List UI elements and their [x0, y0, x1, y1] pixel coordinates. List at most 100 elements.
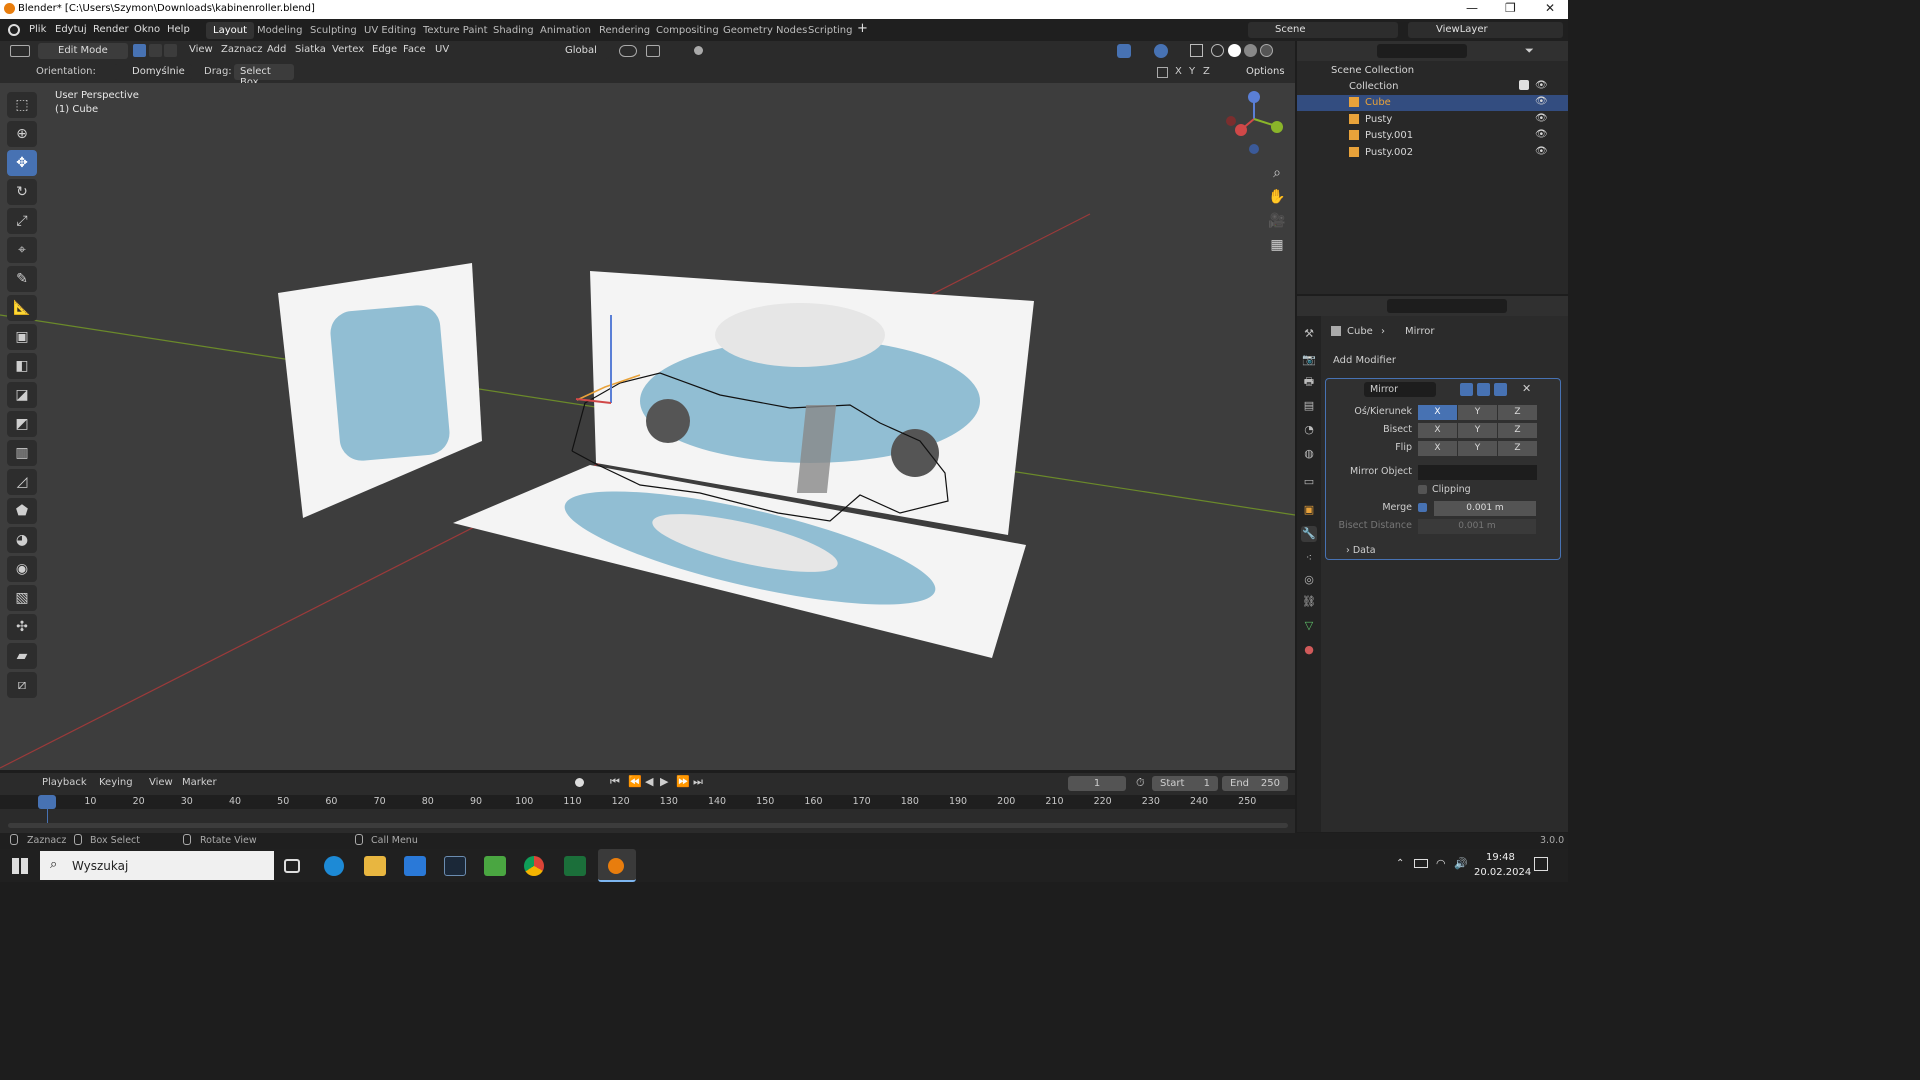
menu-edytuj[interactable]: Edytuj [55, 24, 87, 35]
volume-icon[interactable]: 🔊 [1454, 857, 1468, 870]
camera-view-icon[interactable]: 🎥 [1266, 210, 1288, 232]
drag-dropdown[interactable]: Select Box [234, 64, 294, 88]
knife-tool[interactable]: ◿ [7, 469, 37, 495]
3d-viewport[interactable]: ⬚ ⊕ ✥ ↻ ⤢ ⌖ ✎ 📐 ▣ ◧ ◪ ◩ ▥ ◿ ⬟ ◕ ◉ ▧ ✣ ▰ … [0, 83, 1295, 770]
snap-icon[interactable] [646, 45, 660, 57]
viewport-scene[interactable] [0, 83, 1295, 770]
modifier-tab-icon[interactable]: 🔧 [1301, 526, 1317, 542]
edge-slide-tool[interactable]: ▧ [7, 585, 37, 611]
chrome-icon[interactable] [524, 856, 544, 876]
tab-animation[interactable]: Animation [533, 22, 598, 39]
task-view-icon[interactable] [284, 859, 300, 873]
blender-menu-icon[interactable] [8, 24, 20, 36]
current-frame-field[interactable]: 1 [1068, 776, 1126, 791]
windows-start-icon[interactable] [12, 858, 28, 874]
record-icon[interactable] [575, 778, 584, 787]
edge-select-icon[interactable] [149, 44, 162, 57]
mode-dropdown[interactable]: Edit Mode [38, 43, 128, 59]
axis-z-toggle[interactable]: Z [1203, 66, 1210, 77]
gizmo-toggle-icon[interactable] [1117, 44, 1131, 58]
remove-modifier-icon[interactable]: ✕ [1522, 382, 1531, 395]
play-icon[interactable]: ▶ [660, 775, 668, 788]
menu-add[interactable]: Add [267, 44, 286, 55]
scale-tool[interactable]: ⤢ [7, 208, 37, 234]
playhead[interactable] [38, 795, 56, 809]
shading-rendered-icon[interactable] [1260, 44, 1273, 57]
cursor-tool[interactable]: ⊕ [7, 121, 37, 147]
shading-material-icon[interactable] [1244, 44, 1257, 57]
overlay-toggle-icon[interactable] [1154, 44, 1168, 58]
menu-plik[interactable]: Plik [29, 24, 46, 35]
end-frame-field[interactable]: End 250 [1222, 776, 1288, 791]
options-dropdown[interactable]: Options [1240, 64, 1290, 80]
shading-wireframe-icon[interactable] [1211, 44, 1224, 57]
menu-render[interactable]: Render [93, 24, 129, 35]
flip-z-toggle[interactable]: Z [1498, 441, 1537, 456]
axis-x-toggle[interactable]: X [1418, 405, 1457, 420]
orientation-dropdown[interactable]: Domyślnie [114, 64, 192, 80]
object-tab-icon[interactable]: ▣ [1301, 502, 1317, 518]
constraints-tab-icon[interactable]: ⛓ [1301, 594, 1317, 610]
menu-edge[interactable]: Edge [372, 44, 397, 55]
tab-geometry-nodes[interactable]: Geometry Nodes [716, 22, 814, 39]
zoom-icon[interactable]: ⌕ [1266, 162, 1288, 184]
flip-x-toggle[interactable]: X [1418, 441, 1457, 456]
outliner-item-cube[interactable]: Cube 👁 [1297, 95, 1568, 111]
extrude-tool[interactable]: ◧ [7, 353, 37, 379]
render-tab-icon[interactable]: 📷 [1301, 352, 1317, 368]
material-tab-icon[interactable]: ● [1301, 642, 1317, 658]
outliner-scene-collection[interactable]: Scene Collection [1297, 63, 1568, 79]
jump-end-icon[interactable]: ⏭ [693, 775, 703, 789]
taskbar-search-box[interactable]: ⌕ Wyszukaj [40, 851, 274, 880]
outliner-item-pusty[interactable]: Pusty 👁 [1297, 112, 1568, 128]
axis-y-toggle[interactable]: Y [1458, 405, 1497, 420]
bisect-x-toggle[interactable]: X [1418, 423, 1457, 438]
menu-face[interactable]: Face [403, 44, 426, 55]
tab-scripting[interactable]: Scripting [801, 22, 859, 39]
xray-toggle-icon[interactable] [1190, 44, 1203, 57]
face-select-icon[interactable] [164, 44, 177, 57]
output-tab-icon[interactable]: 🖶 [1301, 374, 1317, 390]
tab-compositing[interactable]: Compositing [649, 22, 726, 39]
menu-okno[interactable]: Okno [134, 24, 160, 35]
select-box-tool[interactable]: ⬚ [7, 92, 37, 118]
axis-y-toggle[interactable]: Y [1189, 66, 1195, 77]
rip-tool[interactable]: ⧄ [7, 672, 37, 698]
file-explorer-icon[interactable] [364, 856, 386, 876]
world-tab-icon[interactable]: ◍ [1301, 446, 1317, 462]
merge-distance-field[interactable]: 0.001 m [1434, 501, 1536, 516]
outliner-item-pusty-001[interactable]: Pusty.001 👁 [1297, 128, 1568, 144]
menu-timeline-view[interactable]: View [149, 777, 173, 788]
menu-zaznacz[interactable]: Zaznacz [221, 44, 262, 55]
axis-z-toggle[interactable]: Z [1498, 405, 1537, 420]
eye-icon[interactable]: 👁 [1535, 129, 1548, 140]
eye-icon[interactable]: 👁 [1535, 80, 1548, 91]
tab-uv-editing[interactable]: UV Editing [357, 22, 423, 39]
tray-chevron-icon[interactable]: ⌃ [1396, 858, 1404, 869]
collection-tab-icon[interactable]: ▭ [1301, 474, 1317, 490]
shading-solid-icon[interactable] [1228, 44, 1241, 57]
modifier-name-input[interactable]: Mirror [1364, 382, 1436, 397]
axis-x-toggle[interactable]: X [1175, 66, 1182, 77]
pivot-icon[interactable] [619, 45, 637, 57]
properties-search-input[interactable] [1387, 299, 1507, 313]
clipping-checkbox[interactable] [1418, 485, 1427, 494]
filter-icon[interactable]: ⏷ [1525, 44, 1534, 58]
battery-icon[interactable] [1414, 859, 1428, 868]
start-frame-field[interactable]: Start 1 [1152, 776, 1218, 791]
shrink-fatten-tool[interactable]: ✣ [7, 614, 37, 640]
navigation-gizmo[interactable] [1220, 89, 1290, 159]
measure-tool[interactable]: 📐 [7, 295, 37, 321]
tab-layout[interactable]: Layout [206, 22, 254, 39]
edge-browser-icon[interactable] [324, 856, 344, 876]
collection-checkbox[interactable] [1519, 80, 1529, 90]
outliner-item-pusty-002[interactable]: Pusty.002 👁 [1297, 145, 1568, 161]
data-tab-icon[interactable]: ▽ [1301, 618, 1317, 634]
tab-modeling[interactable]: Modeling [250, 22, 310, 39]
loop-cut-tool[interactable]: ▥ [7, 440, 37, 466]
particles-tab-icon[interactable]: ⁖ [1301, 550, 1317, 566]
timeline-scrollbar[interactable] [8, 823, 1288, 828]
menu-help[interactable]: Help [167, 24, 190, 35]
menu-vertex[interactable]: Vertex [332, 44, 364, 55]
editor-type-icon[interactable] [10, 45, 30, 57]
